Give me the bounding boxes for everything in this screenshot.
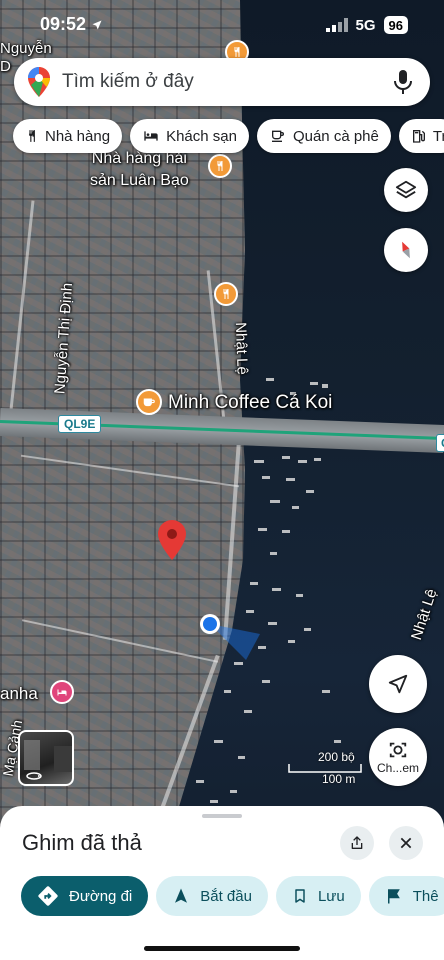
restaurant-pin[interactable] bbox=[208, 154, 232, 178]
hotel-pin[interactable] bbox=[50, 680, 74, 704]
fork-knife-icon bbox=[223, 289, 229, 299]
lens-button[interactable]: Ch...em bbox=[369, 728, 427, 786]
bed-icon bbox=[57, 689, 67, 696]
route-badge-right: Q bbox=[436, 434, 444, 452]
status-right: 5G 96 bbox=[325, 16, 408, 34]
street-label-nhat-le: Nhật Lệ bbox=[231, 321, 251, 376]
flag-icon bbox=[387, 889, 400, 904]
fork-knife-icon bbox=[217, 161, 223, 171]
signal-icon bbox=[325, 18, 348, 32]
street-view-icon bbox=[24, 740, 72, 780]
map-scale: 200 bộ 100 m bbox=[288, 750, 362, 786]
battery-indicator: 96 bbox=[383, 16, 408, 34]
home-indicator[interactable] bbox=[144, 946, 300, 951]
directions-button[interactable]: Đường đi bbox=[21, 876, 149, 916]
share-button[interactable] bbox=[340, 826, 374, 860]
layers-button[interactable] bbox=[384, 168, 428, 212]
location-arrow-icon bbox=[92, 20, 102, 30]
street-view-thumbnail[interactable] bbox=[18, 730, 74, 786]
sheet-grabber[interactable] bbox=[202, 814, 242, 818]
locate-arrow-icon bbox=[388, 674, 408, 694]
coffee-cup-icon bbox=[271, 130, 284, 142]
start-button[interactable]: Bắt đầu bbox=[156, 876, 268, 916]
gas-pump-icon bbox=[412, 130, 425, 143]
save-button[interactable]: Lưu bbox=[275, 876, 361, 916]
route-badge-ql9e: QL9E bbox=[58, 415, 102, 433]
chip-coffee[interactable]: Quán cà phê bbox=[256, 119, 391, 153]
search-bar[interactable]: Tìm kiếm ở đây bbox=[14, 58, 430, 106]
chip-restaurants[interactable]: Nhà hàng bbox=[13, 119, 123, 153]
restaurant-pin[interactable] bbox=[214, 282, 238, 306]
compass-icon bbox=[402, 241, 410, 259]
camera-lens-icon bbox=[389, 742, 407, 757]
status-time: 09:52 bbox=[40, 14, 103, 35]
directions-icon bbox=[38, 886, 58, 906]
scale-feet: 200 bộ bbox=[318, 750, 355, 764]
bookmark-icon bbox=[295, 889, 305, 903]
place-sheet[interactable]: Ghim đã thả Đường đi Bắt đầu Lưu Thê bbox=[0, 806, 444, 960]
poi-label-minh-coffee[interactable]: Minh Coffee Cá Koi bbox=[168, 392, 332, 414]
navigation-arrow-icon bbox=[175, 888, 188, 903]
my-location-button[interactable] bbox=[369, 655, 427, 713]
chip-hotels[interactable]: Khách sạn bbox=[130, 119, 249, 153]
action-buttons: Đường đi Bắt đầu Lưu Thê bbox=[21, 876, 444, 916]
compass-button[interactable] bbox=[384, 228, 428, 272]
share-icon bbox=[351, 836, 363, 849]
add-label-button[interactable]: Thê bbox=[368, 876, 444, 916]
fork-knife-icon bbox=[29, 130, 35, 142]
category-chips: Nhà hàng Khách sạn Quán cà phê Tr bbox=[13, 119, 444, 153]
current-location-icon bbox=[200, 614, 260, 660]
close-icon bbox=[400, 837, 412, 849]
close-button[interactable] bbox=[389, 826, 423, 860]
scale-meters: 100 m bbox=[322, 772, 356, 786]
restaurant-label: Nhà hàng hải sản Luân Bạo bbox=[90, 150, 189, 189]
sheet-title: Ghim đã thả bbox=[22, 830, 142, 855]
microphone-icon[interactable] bbox=[394, 70, 412, 94]
bed-icon bbox=[144, 131, 158, 141]
poi-label-anha: anha bbox=[0, 684, 38, 703]
network-label: 5G bbox=[355, 16, 376, 34]
maps-logo-icon bbox=[28, 67, 50, 97]
coffee-cup-icon bbox=[143, 398, 155, 407]
coffee-pin[interactable] bbox=[136, 389, 162, 415]
status-bar: 09:52 5G 96 bbox=[0, 0, 444, 50]
layers-icon bbox=[395, 180, 417, 199]
search-input[interactable]: Tìm kiếm ở đây bbox=[62, 71, 394, 93]
lens-label: Ch...em bbox=[376, 760, 419, 775]
chip-gas[interactable]: Tr bbox=[398, 119, 444, 153]
dropped-pin-icon[interactable] bbox=[158, 520, 186, 560]
